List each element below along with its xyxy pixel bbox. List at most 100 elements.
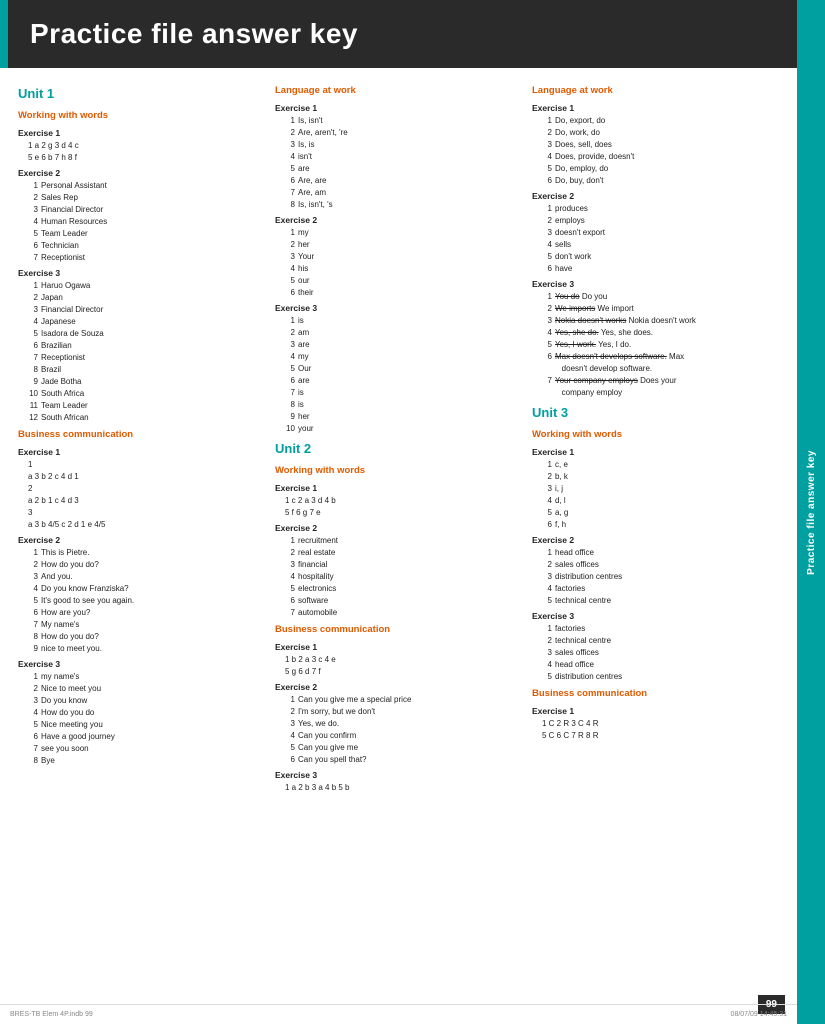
list-item: 10your <box>285 423 522 435</box>
list-item: 7automobile <box>285 607 522 619</box>
list-item: 7My name's <box>28 619 265 631</box>
unit2-working-title: Working with words <box>275 465 522 476</box>
list-item: 12South African <box>28 412 265 424</box>
list-item: 1Personal Assistant <box>28 180 265 192</box>
page-title: Practice file answer key <box>30 18 358 50</box>
unit2-biz-ex2-list: 1Can you give me a special price 2I'm so… <box>275 694 522 766</box>
unit3-working-title: Working with words <box>532 429 779 440</box>
list-item: 4isn't <box>285 151 522 163</box>
list-item: 6Max doesn't develops software. Max does… <box>542 351 779 375</box>
unit3-ex3-label: Exercise 3 <box>532 611 779 621</box>
list-item: 6How are you? <box>28 607 265 619</box>
column-1: Unit 1 Working with words Exercise 1 1 a… <box>18 80 265 794</box>
unit1-biz-ex3-list: 1my name's 2Nice to meet you 3Do you kno… <box>18 671 265 767</box>
list-item: 2employs <box>542 215 779 227</box>
list-item: 3sales offices <box>542 647 779 659</box>
list-item: 9nice to meet you. <box>28 643 265 655</box>
unit1-title: Unit 1 <box>18 86 265 101</box>
list-item: 5Do, employ, do <box>542 163 779 175</box>
list-item: 5distribution centres <box>542 671 779 683</box>
col2-lang-ex1-label: Exercise 1 <box>275 103 522 113</box>
list-item: 4his <box>285 263 522 275</box>
unit2-biz-ex1-label: Exercise 1 <box>275 642 522 652</box>
list-item: 6Can you spell that? <box>285 754 522 766</box>
list-item: 2real estate <box>285 547 522 559</box>
list-item: 2sales offices <box>542 559 779 571</box>
list-item: 3And you. <box>28 571 265 583</box>
page-header: Practice file answer key <box>0 0 825 68</box>
list-item: 6Technician <box>28 240 265 252</box>
unit1-biz-title: Business communication <box>18 429 265 440</box>
footer-left: BRES-TB Elem 4P.indb 99 <box>10 1011 93 1018</box>
col3-lang-ex1-list: 1Do, export, do 2Do, work, do 3Does, sel… <box>532 115 779 187</box>
list-item: 4head office <box>542 659 779 671</box>
page-footer: BRES-TB Elem 4P.indb 99 08/07/09 14:45:3… <box>0 1004 797 1024</box>
unit3-ex3-list: 1factories 2technical centre 3sales offi… <box>532 623 779 683</box>
list-item: 8How do you do? <box>28 631 265 643</box>
list-item: 6software <box>285 595 522 607</box>
list-item: 5don't work <box>542 251 779 263</box>
list-item: 5Nice meeting you <box>28 719 265 731</box>
list-item: 5Isadora de Souza <box>28 328 265 340</box>
unit2-title: Unit 2 <box>275 441 522 456</box>
unit3-title: Unit 3 <box>532 405 779 420</box>
biz-ex1-row3: a 2 b 1 c 4 d 3 <box>18 495 265 507</box>
list-item: 9her <box>285 411 522 423</box>
biz-ex1-row4: 3 <box>18 507 265 519</box>
list-item: 3Yes, we do. <box>285 718 522 730</box>
unit1-ex1-label: Exercise 1 <box>18 128 265 138</box>
list-item: 1factories <box>542 623 779 635</box>
col2-lang-title: Language at work <box>275 85 522 96</box>
col3-lang-ex3-list: 1You do Do you 2We imports We import 3No… <box>532 291 779 399</box>
unit2-ex1-line1: 1 c 2 a 3 d 4 b <box>275 495 522 507</box>
unit2-biz-ex2-label: Exercise 2 <box>275 682 522 692</box>
list-item: 1produces <box>542 203 779 215</box>
list-item: 1You do Do you <box>542 291 779 303</box>
list-item: 6their <box>285 287 522 299</box>
col2-lang-ex1-list: 1Is, isn't 2Are, aren't, 're 3Is, is 4is… <box>275 115 522 211</box>
list-item: 1c, e <box>542 459 779 471</box>
list-item: 1Do, export, do <box>542 115 779 127</box>
unit1-ex2-label: Exercise 2 <box>18 168 265 178</box>
list-item: 4my <box>285 351 522 363</box>
col2-lang-ex2-list: 1my 2her 3Your 4his 5our 6their <box>275 227 522 299</box>
list-item: 7Receptionist <box>28 252 265 264</box>
list-item: 2Japan <box>28 292 265 304</box>
list-item: 6Have a good journey <box>28 731 265 743</box>
list-item: 5Our <box>285 363 522 375</box>
footer-right: 08/07/09 14:45:31 <box>731 1011 787 1018</box>
list-item: 2Nice to meet you <box>28 683 265 695</box>
list-item: 2b, k <box>542 471 779 483</box>
list-item: 5It's good to see you again. <box>28 595 265 607</box>
unit2-ex1-label: Exercise 1 <box>275 483 522 493</box>
col3-lang-title: Language at work <box>532 85 779 96</box>
list-item: 5a, g <box>542 507 779 519</box>
list-item: 2Do, work, do <box>542 127 779 139</box>
list-item: 8is <box>285 399 522 411</box>
list-item: 4Japanese <box>28 316 265 328</box>
list-item: 2Sales Rep <box>28 192 265 204</box>
list-item: 9Jade Botha <box>28 376 265 388</box>
list-item: 3Financial Director <box>28 204 265 216</box>
list-item: 1Haruo Ogawa <box>28 280 265 292</box>
list-item: 1my <box>285 227 522 239</box>
list-item: 2her <box>285 239 522 251</box>
list-item: 3Do you know <box>28 695 265 707</box>
list-item: 1is <box>285 315 522 327</box>
list-item: 3are <box>285 339 522 351</box>
list-item: 3distribution centres <box>542 571 779 583</box>
biz-ex1-row1: a 3 b 2 c 4 d 1 <box>18 471 265 483</box>
list-item: 3Financial Director <box>28 304 265 316</box>
unit2-ex2-list: 1recruitment 2real estate 3financial 4ho… <box>275 535 522 619</box>
list-item: 7Receptionist <box>28 352 265 364</box>
biz-ex1-row2: 2 <box>18 483 265 495</box>
list-item: 10South Africa <box>28 388 265 400</box>
list-item: 5Yes, I work. Yes, I do. <box>542 339 779 351</box>
list-item: 3Your <box>285 251 522 263</box>
unit3-biz-ex1-line1: 1 C 2 R 3 C 4 R <box>532 718 779 730</box>
list-item: 1This is Pietre. <box>28 547 265 559</box>
list-item: 4Does, provide, doesn't <box>542 151 779 163</box>
list-item: 8Bye <box>28 755 265 767</box>
unit1-ex3-label: Exercise 3 <box>18 268 265 278</box>
unit1-biz-ex2-label: Exercise 2 <box>18 535 265 545</box>
